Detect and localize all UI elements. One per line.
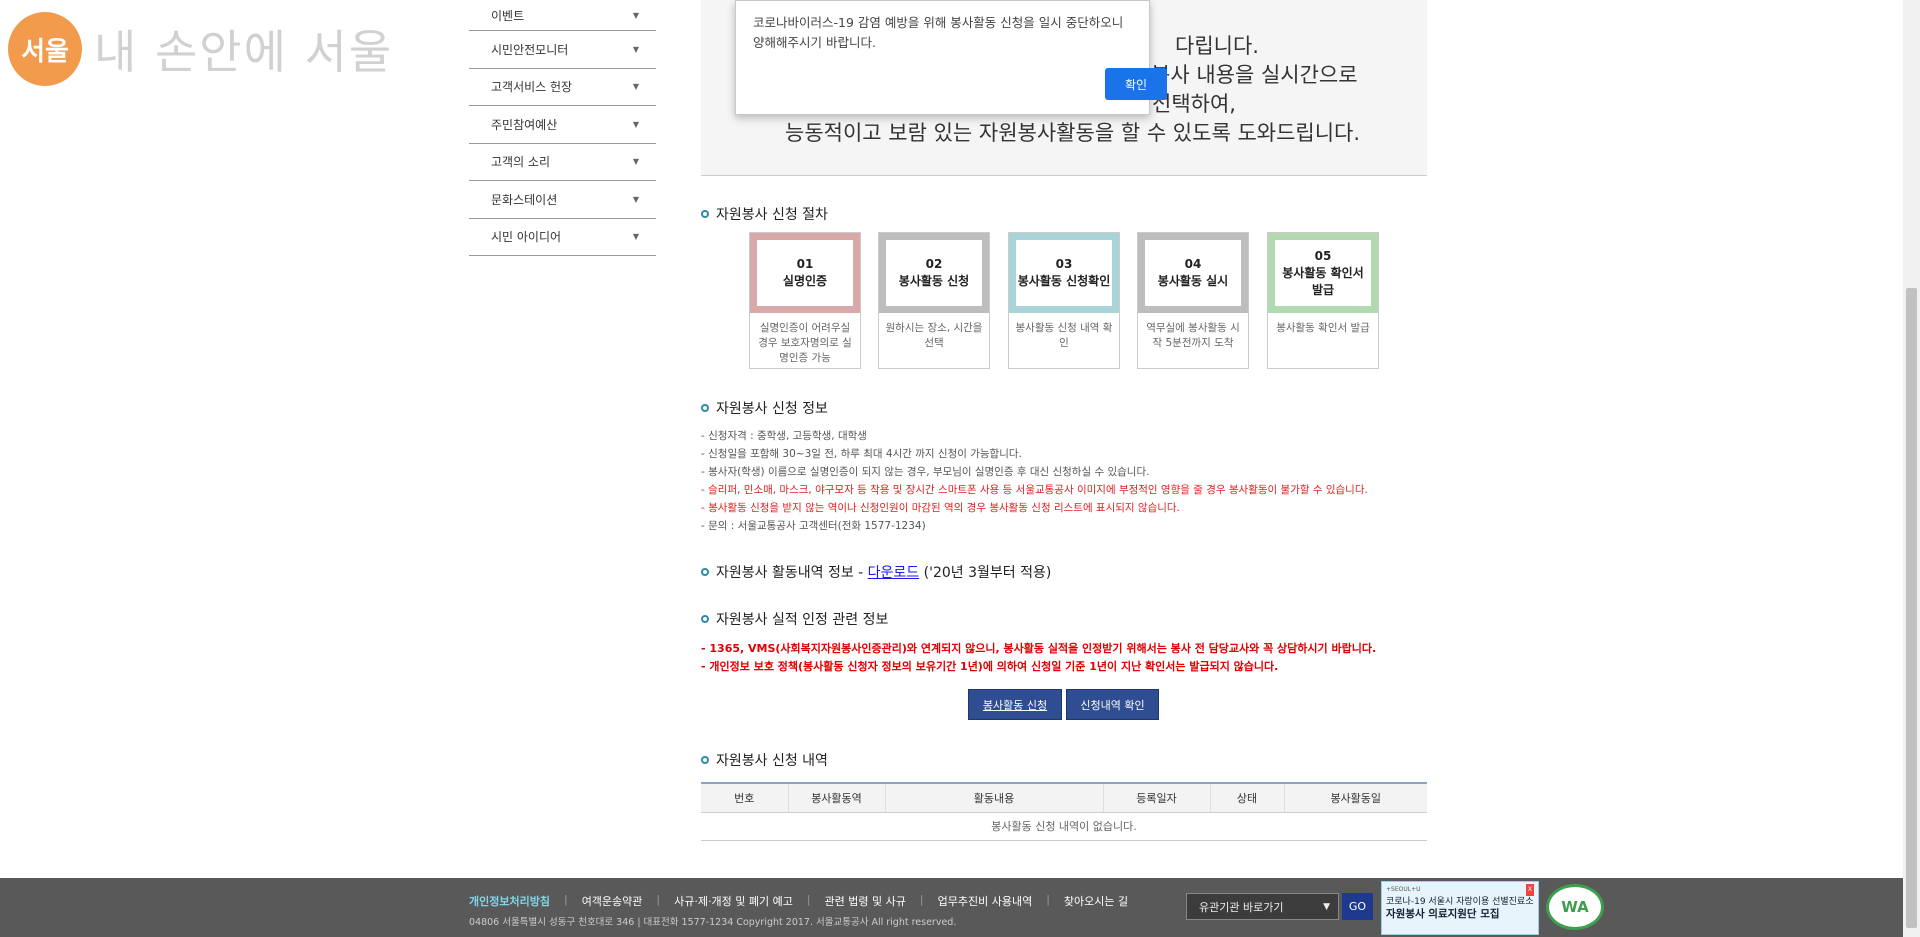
volunteer-recruit-banner[interactable]: +SEOUL+U X 코로나-19 서울시 자랑이용 선별진료소 자원봉사 의료지… — [1381, 881, 1539, 935]
step-5-desc: 봉사활동 확인서 발급 — [1276, 322, 1370, 334]
footer-separator: | — [656, 893, 661, 906]
footer-links: 개인정보처리방침 | 여객운송약관 | 사규·제·개정 및 폐기 예고 | 관련 법령… — [469, 893, 1164, 909]
step-4-header: 04 봉사활동 실시 — [1138, 233, 1248, 313]
step-1: 01 실명인증 실명인증이 어려우실 경우 보호자명의로 실명인증 가능 — [749, 232, 861, 369]
bullet-icon — [701, 615, 709, 623]
step-1-header: 01 실명인증 — [750, 233, 860, 313]
col-activity-date: 봉사활동일 — [1283, 782, 1427, 813]
chevron-down-icon: ▼ — [632, 82, 639, 92]
step-3: 03 봉사활동 신청확인 봉사활동 신청 내역 확인 — [1008, 232, 1120, 369]
step-3-header: 03 봉사활동 신청확인 — [1009, 233, 1119, 313]
footer-link-privacy[interactable]: 개인정보처리방침 — [469, 893, 550, 909]
step-2-header: 02 봉사활동 신청 — [879, 233, 989, 313]
footer: 개인정보처리방침 | 여객운송약관 | 사규·제·개정 및 폐기 예고 | 관련 법령… — [0, 878, 1903, 937]
bullet-icon — [701, 756, 709, 764]
sidebar-item-customer-voice[interactable]: 고객의 소리 ▼ — [469, 144, 656, 181]
sidebar-item-culture-station[interactable]: 문화스테이션 ▼ — [469, 181, 656, 219]
sidebar-item-participatory-budget[interactable]: 주민참여예산 ▼ — [469, 106, 656, 144]
apply-volunteer-button[interactable]: 봉사활동 신청 — [968, 689, 1062, 720]
info-line-5: - 봉사활동 신청을 받지 않는 역이나 신청인원이 마감된 역의 경우 봉사활… — [701, 502, 1180, 514]
step-2-desc: 원하시는 장소, 시간을 선택 — [885, 322, 983, 349]
info-line-3: - 봉사자(학생) 이름으로 실명인증이 되지 않는 경우, 부모님이 실명인증… — [701, 466, 1150, 478]
info-line-1: - 신청자격 : 중학생, 고등학생, 대학생 — [701, 430, 867, 442]
footer-link-expenses[interactable]: 업무추진비 사용내역 — [938, 893, 1033, 909]
col-number: 번호 — [701, 782, 788, 813]
empty-message: 봉사활동 신청 내역이 없습니다. — [701, 812, 1427, 841]
intro-line-1: 다립니다. — [1175, 34, 1259, 58]
chevron-down-icon: ▼ — [632, 157, 639, 167]
check-application-button[interactable]: 신청내역 확인 — [1066, 689, 1159, 720]
info-line-6: - 문의 : 서울교통공사 고객센터(전화 1577-1234) — [701, 520, 926, 532]
step-4-desc: 역무실에 봉사활동 시작 5분전까지 도착 — [1146, 322, 1240, 349]
table-row: 봉사활동 신청 내역이 없습니다. — [701, 812, 1427, 841]
download-link[interactable]: 다운로드 — [868, 562, 920, 582]
info-heading: 자원봉사 신청 정보 — [701, 398, 828, 418]
info-line-4: - 슬리퍼, 민소매, 마스크, 야구모자 등 착용 및 장시간 스마트폰 사용… — [701, 484, 1368, 496]
alert-message: 코로나바이러스-19 감염 예방을 위해 봉사활동 신청을 일시 중단하오니 양… — [753, 15, 1124, 50]
footer-link-directions[interactable]: 찾아오시는 길 — [1064, 893, 1128, 909]
sidebar-item-service-charter[interactable]: 고객서비스 헌장 ▼ — [469, 69, 656, 106]
intro-line-2: 봉사 내용을 실시간으로 — [1151, 63, 1358, 87]
chevron-down-icon: ▼ — [632, 44, 639, 54]
footer-separator: | — [1046, 893, 1050, 906]
record-heading: 자원봉사 실적 인정 관련 정보 — [701, 609, 888, 629]
step-4: 04 봉사활동 실시 역무실에 봉사활동 시작 5분전까지 도착 — [1137, 232, 1249, 369]
scrollbar-thumb[interactable] — [1906, 288, 1917, 928]
step-3-desc: 봉사활동 신청 내역 확인 — [1015, 322, 1113, 349]
footer-separator: | — [563, 893, 568, 906]
banner-line-2: 자원봉사 의료지원단 모집 — [1386, 908, 1500, 920]
sidebar-item-citizen-idea[interactable]: 시민 아이디어 ▼ — [469, 219, 656, 256]
record-line-2: - 개인정보 보호 정책(봉사활동 신청자 정보의 보유기간 1년)에 의하여 … — [701, 660, 1279, 673]
footer-link-terms[interactable]: 여객운송약관 — [582, 893, 643, 909]
list-heading: 자원봉사 신청 내역 — [701, 750, 828, 770]
sidebar-item-event[interactable]: 이벤트 ▼ — [469, 0, 656, 31]
chevron-down-icon: ▼ — [632, 232, 639, 242]
footer-address: 04806 서울특별시 성동구 천호대로 346 | 대표전화 1577-123… — [469, 917, 957, 928]
bullet-icon — [701, 404, 709, 412]
seoul-logo-watermark: 서울 내 손안에 서울 — [8, 12, 393, 86]
info-line-2: - 신청일을 포함해 30~3일 전, 하루 최대 4시간 까지 신청이 가능합… — [701, 448, 1022, 460]
footer-link-rules-notice[interactable]: 사규·제·개정 및 폐기 예고 — [674, 893, 793, 909]
application-table: 번호 봉사활동역 활동내용 등록일자 상태 봉사활동일 봉사활동 신청 내역이 … — [701, 782, 1427, 841]
step-2: 02 봉사활동 신청 원하시는 장소, 시간을 선택 — [878, 232, 990, 369]
chevron-down-icon: ▼ — [632, 10, 639, 20]
record-line-1: - 1365, VMS(사회복지자원봉사인증관리)와 연계되지 않으니, 봉사활… — [701, 642, 1377, 655]
chevron-down-icon: ▼ — [632, 119, 639, 129]
intro-line-4: 능동적이고 보람 있는 자원봉사활동을 할 수 있도록 도와드립니다. — [785, 121, 1361, 145]
sidebar-menu: 이벤트 ▼ 시민안전모니터 ▼ 고객서비스 헌장 ▼ 주민참여예산 ▼ 고객의 소리 ▼ … — [469, 0, 656, 256]
bullet-icon — [701, 568, 709, 576]
banner-line-1: 코로나-19 서울시 자랑이용 선별진료소 — [1386, 897, 1534, 907]
step-5: 05 봉사활동 확인서 발급 봉사활동 확인서 발급 — [1267, 232, 1379, 369]
page-scrollbar[interactable] — [1903, 0, 1920, 937]
related-sites-select[interactable]: 유관기관 바로가기 ▼ — [1186, 893, 1339, 920]
alert-ok-button[interactable]: 확인 — [1105, 68, 1167, 100]
chevron-down-icon: ▼ — [1323, 901, 1330, 912]
footer-link-laws[interactable]: 관련 법령 및 사규 — [825, 893, 906, 909]
col-date: 등록일자 — [1102, 782, 1210, 813]
seoul-logo-text: 내 손안에 서울 — [94, 25, 394, 79]
seoul-logo-mark: 서울 — [8, 12, 82, 86]
step-5-header: 05 봉사활동 확인서 발급 — [1268, 233, 1378, 313]
col-station: 봉사활동역 — [787, 782, 885, 813]
sidebar-item-safety-monitor[interactable]: 시민안전모니터 ▼ — [469, 31, 656, 69]
footer-separator: | — [919, 893, 924, 906]
procedure-heading: 자원봉사 신청 절차 — [701, 204, 828, 224]
close-icon[interactable]: X — [1525, 884, 1534, 896]
footer-separator: | — [806, 893, 811, 906]
web-accessibility-mark-icon: WA — [1546, 884, 1604, 930]
step-1-desc: 실명인증이 어려우실 경우 보호자명의로 실명인증 가능 — [758, 322, 852, 364]
col-content: 활동내용 — [884, 782, 1103, 813]
chevron-down-icon: ▼ — [632, 194, 639, 204]
go-button[interactable]: GO — [1342, 893, 1373, 920]
table-header-row: 번호 봉사활동역 활동내용 등록일자 상태 봉사활동일 — [701, 782, 1427, 813]
bullet-icon — [701, 210, 709, 218]
history-heading: 자원봉사 활동내역 정보 - 다운로드 ('20년 3월부터 적용) — [701, 562, 1051, 582]
alert-dialog: 코로나바이러스-19 감염 예방을 위해 봉사활동 신청을 일시 중단하오니 양… — [735, 0, 1167, 115]
col-status: 상태 — [1209, 782, 1284, 813]
